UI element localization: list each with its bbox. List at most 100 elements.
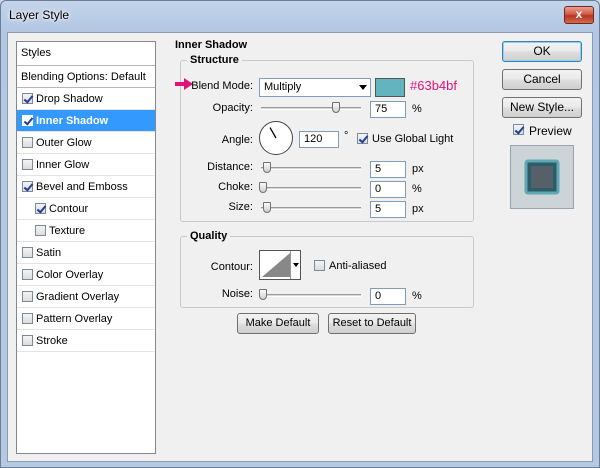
style-item-label: Outer Glow bbox=[36, 137, 92, 149]
chevron-down-icon[interactable] bbox=[290, 251, 300, 279]
distance-unit: px bbox=[412, 163, 424, 175]
size-unit: px bbox=[412, 203, 424, 215]
shadow-color-swatch[interactable] bbox=[375, 78, 405, 97]
choke-slider-track[interactable] bbox=[261, 187, 361, 190]
style-item-label: Color Overlay bbox=[36, 269, 104, 281]
ok-button[interactable]: OK bbox=[502, 41, 582, 62]
make-default-button[interactable]: Make Default bbox=[237, 313, 319, 334]
choke-unit: % bbox=[412, 183, 422, 195]
choke-input[interactable]: 0 bbox=[370, 181, 406, 198]
angle-needle-icon bbox=[269, 127, 277, 139]
close-icon: x bbox=[575, 7, 583, 21]
style-item-inner-shadow[interactable]: Inner Shadow bbox=[17, 110, 155, 132]
style-item-label: Stroke bbox=[36, 335, 68, 347]
size-slider-track[interactable] bbox=[261, 207, 361, 210]
style-item-checkbox[interactable] bbox=[35, 225, 46, 236]
style-item-pattern-overlay[interactable]: Pattern Overlay bbox=[17, 308, 155, 330]
quality-title: Quality bbox=[187, 230, 231, 242]
distance-slider-track[interactable] bbox=[261, 167, 361, 170]
style-item-label: Contour bbox=[49, 203, 89, 215]
style-item-outer-glow[interactable]: Outer Glow bbox=[17, 132, 155, 154]
styles-list: Styles Blending Options: Default Drop Sh… bbox=[16, 41, 156, 454]
angle-label: Angle: bbox=[221, 134, 253, 146]
style-item-label: Drop Shadow bbox=[36, 93, 103, 105]
chevron-down-icon bbox=[359, 85, 367, 90]
angle-dial[interactable] bbox=[259, 121, 293, 155]
noise-slider-thumb[interactable] bbox=[259, 289, 267, 300]
style-item-label: Pattern Overlay bbox=[36, 313, 113, 325]
style-item-label: Bevel and Emboss bbox=[36, 181, 128, 193]
styles-header[interactable]: Styles bbox=[17, 42, 155, 66]
contour-label: Contour: bbox=[210, 261, 253, 273]
reset-default-button[interactable]: Reset to Default bbox=[328, 313, 416, 334]
style-item-checkbox[interactable] bbox=[22, 137, 33, 148]
style-item-color-overlay[interactable]: Color Overlay bbox=[17, 264, 155, 286]
style-item-label: Texture bbox=[49, 225, 86, 237]
angle-unit: ° bbox=[344, 130, 349, 142]
opacity-slider-thumb[interactable] bbox=[332, 102, 340, 113]
opacity-unit: % bbox=[412, 103, 422, 115]
window-title: Layer Style bbox=[9, 8, 70, 22]
style-item-stroke[interactable]: Stroke bbox=[17, 330, 155, 352]
anti-aliased-checkbox[interactable] bbox=[314, 260, 325, 271]
color-annotation: #63b4bf bbox=[410, 78, 457, 93]
choke-label: Choke: bbox=[218, 181, 253, 193]
blend-mode-select[interactable]: Multiply bbox=[259, 78, 371, 97]
blending-options-item[interactable]: Blending Options: Default bbox=[17, 66, 155, 88]
style-item-label: Satin bbox=[36, 247, 62, 259]
style-item-inner-glow[interactable]: Inner Glow bbox=[17, 154, 155, 176]
style-item-label: Gradient Overlay bbox=[36, 291, 120, 303]
style-item-checkbox[interactable] bbox=[22, 335, 33, 346]
style-item-checkbox[interactable] bbox=[22, 291, 33, 302]
style-item-checkbox[interactable] bbox=[22, 181, 33, 192]
style-item-drop-shadow[interactable]: Drop Shadow bbox=[17, 88, 155, 110]
style-item-gradient-overlay[interactable]: Gradient Overlay bbox=[17, 286, 155, 308]
structure-title: Structure bbox=[187, 54, 242, 66]
distance-slider-thumb[interactable] bbox=[263, 162, 271, 173]
style-item-texture[interactable]: Texture bbox=[17, 220, 155, 242]
close-button[interactable]: x bbox=[564, 6, 594, 24]
style-preview-thumbnail bbox=[510, 145, 574, 209]
angle-input[interactable]: 120 bbox=[299, 131, 339, 148]
style-item-checkbox[interactable] bbox=[22, 159, 33, 170]
noise-slider-track[interactable] bbox=[261, 294, 361, 297]
size-input[interactable]: 5 bbox=[370, 201, 406, 218]
preview-square-icon bbox=[524, 159, 560, 195]
style-item-contour[interactable]: Contour bbox=[17, 198, 155, 220]
quality-group: Quality Contour: Anti-aliased Noise: 0 % bbox=[180, 230, 474, 308]
style-item-satin[interactable]: Satin bbox=[17, 242, 155, 264]
size-slider-thumb[interactable] bbox=[263, 202, 271, 213]
blend-mode-value: Multiply bbox=[264, 81, 302, 93]
blend-mode-label: Blend Mode: bbox=[191, 80, 253, 92]
layer-style-window: Layer Style x Styles Blending Options: D… bbox=[0, 0, 600, 468]
opacity-input[interactable]: 75 bbox=[370, 101, 406, 118]
noise-input[interactable]: 0 bbox=[370, 288, 406, 305]
cancel-button[interactable]: Cancel bbox=[502, 69, 582, 90]
use-global-light-label: Use Global Light bbox=[372, 133, 454, 145]
choke-slider-thumb[interactable] bbox=[259, 182, 267, 193]
preview-label: Preview bbox=[529, 124, 572, 138]
style-item-checkbox[interactable] bbox=[22, 93, 33, 104]
style-item-checkbox[interactable] bbox=[22, 269, 33, 280]
preview-checkbox[interactable] bbox=[513, 124, 524, 135]
opacity-label: Opacity: bbox=[212, 102, 253, 114]
style-item-checkbox[interactable] bbox=[35, 203, 46, 214]
distance-label: Distance: bbox=[207, 161, 253, 173]
style-item-checkbox[interactable] bbox=[22, 247, 33, 258]
anti-aliased-label: Anti-aliased bbox=[329, 260, 387, 272]
contour-picker[interactable] bbox=[259, 250, 301, 280]
noise-label: Noise: bbox=[221, 288, 253, 300]
new-style-button[interactable]: New Style... bbox=[502, 97, 582, 118]
style-item-bevel-and-emboss[interactable]: Bevel and Emboss bbox=[17, 176, 155, 198]
style-item-checkbox[interactable] bbox=[22, 313, 33, 324]
use-global-light-checkbox[interactable] bbox=[357, 133, 368, 144]
title-bar[interactable]: Layer Style x bbox=[1, 1, 599, 31]
noise-unit: % bbox=[412, 290, 422, 302]
distance-input[interactable]: 5 bbox=[370, 161, 406, 178]
style-item-checkbox[interactable] bbox=[22, 115, 33, 126]
size-label: Size: bbox=[228, 201, 253, 213]
inner-shadow-title: Inner Shadow bbox=[172, 39, 251, 51]
structure-group: Structure Blend Mode: Multiply #63b4bf O… bbox=[175, 54, 474, 222]
opacity-slider-track[interactable] bbox=[261, 107, 361, 110]
style-item-label: Inner Shadow bbox=[36, 115, 109, 127]
